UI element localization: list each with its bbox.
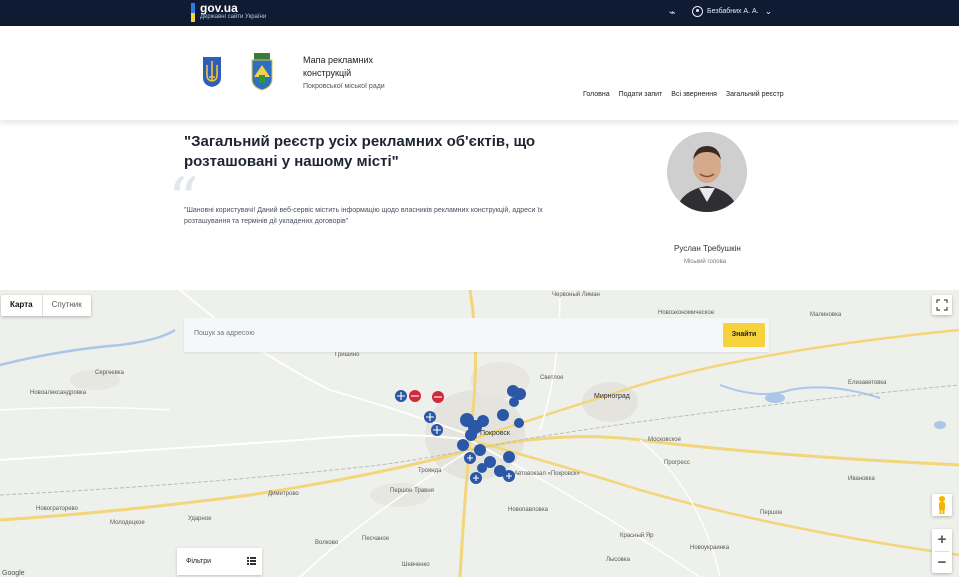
main-nav: Головна Подати запит Всі звернення Загал… xyxy=(583,91,784,98)
map-label: Новопавловка xyxy=(508,507,548,513)
zoom-in-button[interactable]: + xyxy=(932,529,952,551)
map-type-satellite-button[interactable]: Спутник xyxy=(43,295,91,316)
fullscreen-button[interactable] xyxy=(932,295,952,315)
nav-submit-request[interactable]: Подати запит xyxy=(619,91,663,98)
mayor-photo xyxy=(667,132,747,212)
coat-of-arms-ukraine-icon xyxy=(203,57,221,87)
search-button[interactable]: Знайти xyxy=(723,323,765,347)
map-label: Автовокзал «Покровск» xyxy=(514,471,580,477)
zoom-control: + − xyxy=(932,529,952,573)
user-icon xyxy=(692,6,703,17)
map-label: Светлое xyxy=(540,375,564,381)
map-label: Песчаное xyxy=(362,536,390,542)
map-label: Ударное xyxy=(188,516,212,522)
street-view-pegman[interactable] xyxy=(932,494,952,516)
google-logo: Google xyxy=(2,570,25,577)
gov-subtitle: Державні сайти України xyxy=(200,14,267,20)
address-search: Знайти xyxy=(184,318,769,352)
map-label: Шевченко xyxy=(402,562,430,568)
filters-label: Фільтри xyxy=(186,558,212,565)
map-label: Молодецкое xyxy=(110,520,145,526)
map-label: Московское xyxy=(648,437,681,443)
map-label: Елизаветовка xyxy=(848,380,887,386)
nav-all-requests[interactable]: Всі звернення xyxy=(671,91,717,98)
user-name: Безбабних А. А. xyxy=(707,8,759,15)
intro-text: "Шановні користувачі! Даний веб-сервіс м… xyxy=(184,207,543,225)
map-label: Першое xyxy=(760,510,783,516)
map-label: Красный Яр xyxy=(620,533,654,539)
map-type-toggle: Карта Спутник xyxy=(1,295,91,316)
map-label: Мирноград xyxy=(594,393,630,400)
map-label: Гришино xyxy=(335,352,360,358)
signature-icon[interactable]: ⌁ xyxy=(669,6,676,19)
gov-top-bar: gov.ua Державні сайти України ⌁ Безбабни… xyxy=(0,0,959,26)
chevron-down-icon: ⌄ xyxy=(764,6,773,16)
gov-logo[interactable]: gov.ua xyxy=(200,1,238,15)
map-label: Червоный Лиман xyxy=(552,292,600,298)
map-label: Першое Травня xyxy=(390,488,434,494)
map-label: Сергеевка xyxy=(95,370,125,376)
map-label: Ивановка xyxy=(848,476,875,482)
map-label: Новоукраинка xyxy=(690,545,730,551)
map-label: Димитрово xyxy=(268,491,299,497)
map-view[interactable]: Червоный Лиман Новоэкономическое Малинов… xyxy=(0,290,959,577)
nav-general-registry[interactable]: Загальний реєстр xyxy=(726,91,784,98)
site-header: Мапа рекламних конструкцій Покровської м… xyxy=(0,26,959,120)
map-label: Малиновка xyxy=(810,312,842,318)
site-title: Мапа рекламних конструкцій xyxy=(303,55,373,78)
nav-home[interactable]: Головна xyxy=(583,91,610,98)
pegman-icon xyxy=(939,496,945,514)
map-label: Лысовка xyxy=(606,557,630,563)
mayor-role: Міський голова xyxy=(684,259,727,265)
list-icon xyxy=(247,557,256,565)
user-menu[interactable]: Безбабних А. А. ⌄ xyxy=(692,6,772,17)
map-label: Троянда xyxy=(418,468,442,474)
zoom-out-button[interactable]: − xyxy=(932,552,952,574)
fullscreen-icon xyxy=(936,299,948,311)
intro-quote: "Загальний реєстр усіх рекламних об'єкті… xyxy=(184,133,536,170)
map-type-map-button[interactable]: Карта xyxy=(1,295,43,316)
map-label: Новограторево xyxy=(36,506,79,512)
ukraine-flag-icon xyxy=(191,3,195,22)
mayor-name: Руслан Требушкін xyxy=(674,244,741,253)
map-label: Волково xyxy=(315,540,339,546)
map-label: Прогресс xyxy=(664,460,690,466)
city-coat-of-arms-icon xyxy=(251,53,273,91)
map-label: Покровск xyxy=(480,430,510,437)
filters-panel[interactable]: Фільтри xyxy=(177,548,262,575)
address-search-input[interactable] xyxy=(194,330,594,337)
map-label: Новоэкономическое xyxy=(658,310,715,316)
site-subtitle: Покровської міської ради xyxy=(303,83,385,90)
map-label: Новоалександровка xyxy=(30,390,87,396)
